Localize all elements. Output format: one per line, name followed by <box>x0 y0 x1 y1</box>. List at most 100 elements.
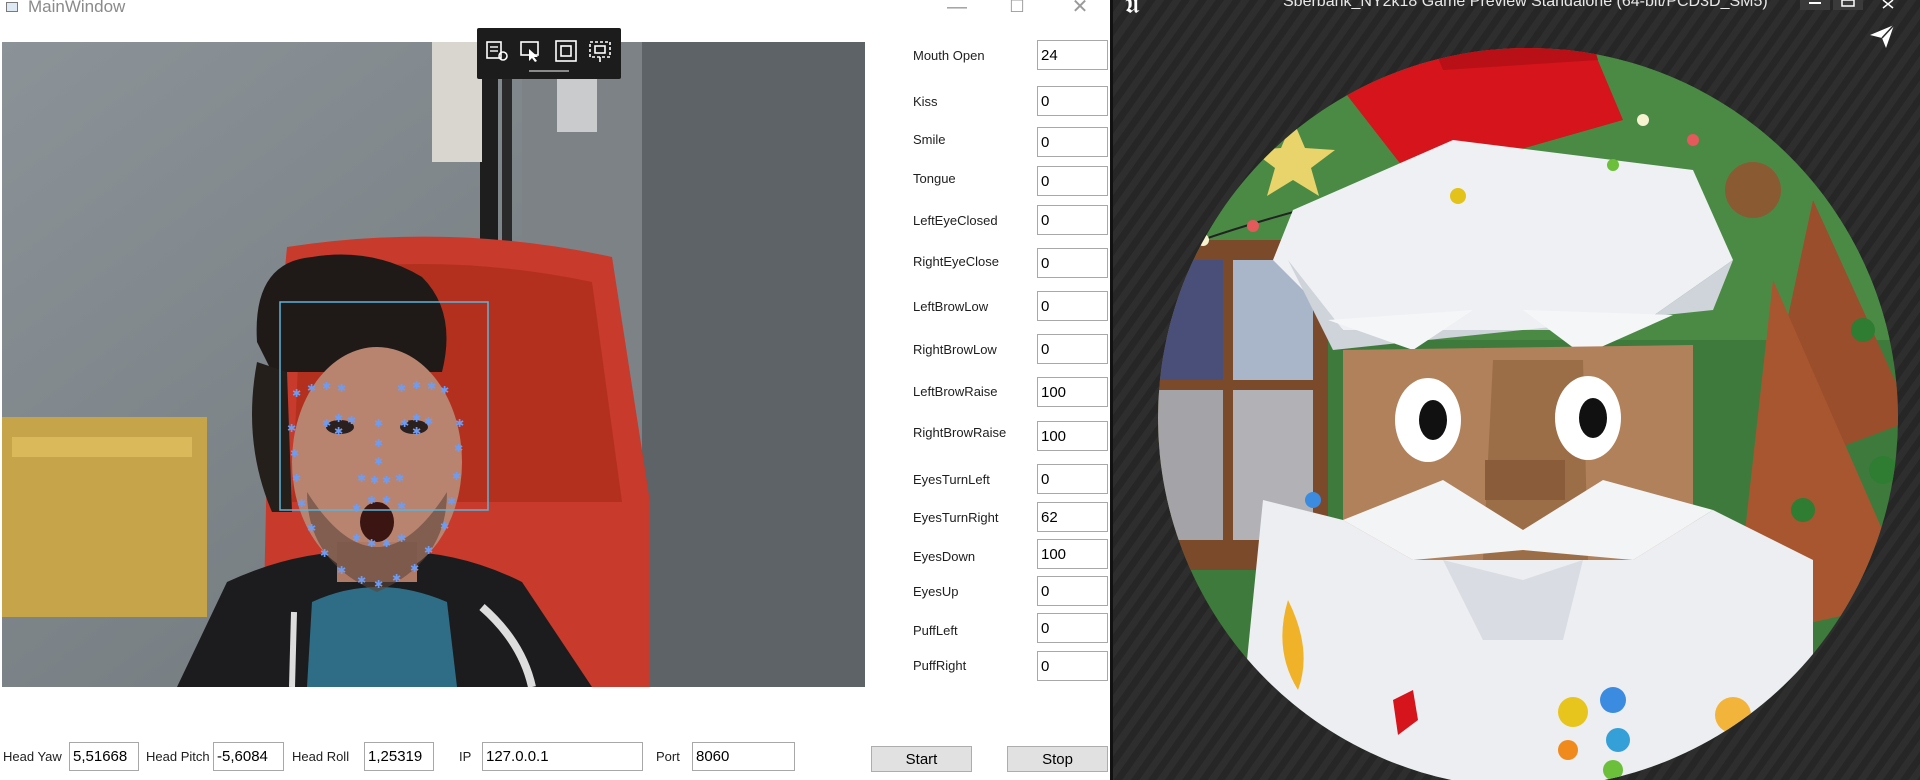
port-label: Port <box>656 749 680 764</box>
svg-text:✱: ✱ <box>337 382 346 395</box>
svg-text:✱: ✱ <box>397 500 406 513</box>
head-pitch-field[interactable] <box>213 742 284 771</box>
svg-text:✱: ✱ <box>440 384 449 397</box>
game-window-title: Sberbank_NY2k18 Game Preview Standalone … <box>1283 0 1768 10</box>
track-focused-element-icon[interactable] <box>587 38 613 64</box>
svg-text:✱: ✱ <box>452 470 461 483</box>
svg-text:✱: ✱ <box>424 415 433 428</box>
send-icon[interactable] <box>1867 21 1897 51</box>
title-bar[interactable]: MainWindow — ☐ ✕ <box>0 0 1110 22</box>
svg-text:✱: ✱ <box>424 544 433 557</box>
svg-text:✱: ✱ <box>374 455 383 468</box>
svg-text:✱: ✱ <box>292 472 301 485</box>
svg-text:✱: ✱ <box>290 447 299 460</box>
mouth-open-label: Mouth Open <box>913 48 985 63</box>
right-brow-low-field[interactable] <box>1037 334 1108 364</box>
tongue-field[interactable] <box>1037 166 1108 196</box>
select-element-icon[interactable] <box>518 38 544 64</box>
svg-text:✱: ✱ <box>412 379 421 392</box>
svg-text:✱: ✱ <box>374 437 383 450</box>
svg-text:✱: ✱ <box>440 520 449 533</box>
svg-text:✱: ✱ <box>297 497 306 510</box>
left-brow-low-label: LeftBrowLow <box>913 299 989 314</box>
head-yaw-label: Head Yaw <box>3 749 62 764</box>
kiss-label: Kiss <box>913 94 938 109</box>
minimize-button[interactable]: — <box>937 0 977 18</box>
debug-toolbar <box>477 28 621 79</box>
svg-text:✱: ✱ <box>447 495 456 508</box>
left-eye-closed-field[interactable] <box>1037 205 1108 235</box>
left-brow-low-field[interactable] <box>1037 291 1108 321</box>
svg-text:✱: ✱ <box>292 387 301 400</box>
start-button[interactable]: Start <box>871 746 972 772</box>
head-yaw-field[interactable] <box>69 742 139 771</box>
svg-text:✱: ✱ <box>320 547 329 560</box>
eyes-down-label: EyesDown <box>913 549 976 564</box>
mouth-open-field[interactable] <box>1037 40 1108 70</box>
smile-field[interactable] <box>1037 127 1108 157</box>
svg-text:✱: ✱ <box>357 574 366 587</box>
svg-text:✱: ✱ <box>322 417 331 430</box>
left-brow-raise-label: LeftBrowRaise <box>913 384 998 399</box>
camera-frame-image: ✱ ✱ ✱ ✱ ✱ ✱ ✱ ✱ ✱ ✱ ✱ ✱ ✱ ✱ ✱ ✱ ✱ ✱ ✱ ✱ ✱ ✱ ✱ ✱ ✱ ✱ ✱ ✱ ✱ ✱ ✱ ✱… <box>2 42 865 687</box>
close-button[interactable]: ✕ <box>1060 0 1100 18</box>
svg-text:✱: ✱ <box>455 417 464 430</box>
puff-left-field[interactable] <box>1037 613 1108 643</box>
svg-text:✱: ✱ <box>367 537 376 550</box>
maximize-button[interactable]: ☐ <box>997 0 1037 18</box>
svg-text:✱: ✱ <box>400 417 409 430</box>
svg-text:✱: ✱ <box>334 425 343 438</box>
kiss-field[interactable] <box>1037 86 1108 116</box>
main-window: MainWindow — ☐ ✕ ✱ ✱ ✱ ✱ ✱ ✱ ✱ ✱ ✱ ✱ ✱ ✱… <box>0 0 1110 780</box>
svg-text:✱: ✱ <box>397 382 406 395</box>
svg-text:✱: ✱ <box>412 425 421 438</box>
eyes-turn-left-field[interactable] <box>1037 464 1108 494</box>
svg-text:✱: ✱ <box>352 532 361 545</box>
svg-text:✱: ✱ <box>427 380 436 393</box>
eyes-up-field[interactable] <box>1037 576 1108 606</box>
head-roll-field[interactable] <box>364 742 434 771</box>
svg-text:✱: ✱ <box>454 442 463 455</box>
unreal-engine-logo: 𝖀 <box>1125 0 1140 19</box>
game-close-button[interactable] <box>1873 0 1903 10</box>
svg-text:✱: ✱ <box>334 412 343 425</box>
inspect-tree-icon[interactable] <box>484 38 510 64</box>
right-brow-low-label: RightBrowLow <box>913 342 997 357</box>
svg-text:✱: ✱ <box>382 537 391 550</box>
svg-text:✱: ✱ <box>307 382 316 395</box>
ip-field[interactable] <box>482 742 643 771</box>
right-eye-close-label: RightEyeClose <box>913 254 999 269</box>
left-eye-closed-label: LeftEyeClosed <box>913 213 998 228</box>
right-eye-close-field[interactable] <box>1037 248 1108 278</box>
svg-text:✱: ✱ <box>397 532 406 545</box>
svg-text:✱: ✱ <box>382 494 391 507</box>
puff-right-field[interactable] <box>1037 651 1108 681</box>
port-field[interactable] <box>692 742 795 771</box>
svg-text:✱: ✱ <box>410 562 419 575</box>
game-preview-window: 𝖀 Sberbank_NY2k18 Game Preview Standalon… <box>1113 0 1920 780</box>
left-brow-raise-field[interactable] <box>1037 377 1108 407</box>
eyes-turn-right-label: EyesTurnRight <box>913 510 999 525</box>
toolbar-grip[interactable] <box>529 70 569 72</box>
svg-text:✱: ✱ <box>352 502 361 515</box>
game-minimize-button[interactable] <box>1800 0 1830 10</box>
svg-text:✱: ✱ <box>307 522 316 535</box>
svg-text:✱: ✱ <box>357 472 366 485</box>
svg-text:✱: ✱ <box>412 412 421 425</box>
head-pitch-label: Head Pitch <box>146 749 210 764</box>
eyes-up-label: EyesUp <box>913 584 959 599</box>
svg-text:✱: ✱ <box>322 380 331 393</box>
svg-text:✱: ✱ <box>337 564 346 577</box>
eyes-turn-right-field[interactable] <box>1037 502 1108 532</box>
svg-text:✱: ✱ <box>374 417 383 430</box>
display-layout-adorners-icon[interactable] <box>553 38 579 64</box>
game-maximize-button[interactable] <box>1833 0 1863 10</box>
eyes-down-field[interactable] <box>1037 539 1108 569</box>
camera-preview: ✱ ✱ ✱ ✱ ✱ ✱ ✱ ✱ ✱ ✱ ✱ ✱ ✱ ✱ ✱ ✱ ✱ ✱ ✱ ✱ ✱ ✱ ✱ ✱ ✱ ✱ ✱ ✱ ✱ ✱ ✱ ✱… <box>2 42 865 687</box>
svg-text:✱: ✱ <box>374 578 383 591</box>
right-brow-raise-field[interactable] <box>1037 421 1108 451</box>
puff-left-label: PuffLeft <box>913 623 958 638</box>
svg-text:✱: ✱ <box>382 474 391 487</box>
svg-text:✱: ✱ <box>367 494 376 507</box>
stop-button[interactable]: Stop <box>1007 746 1108 772</box>
